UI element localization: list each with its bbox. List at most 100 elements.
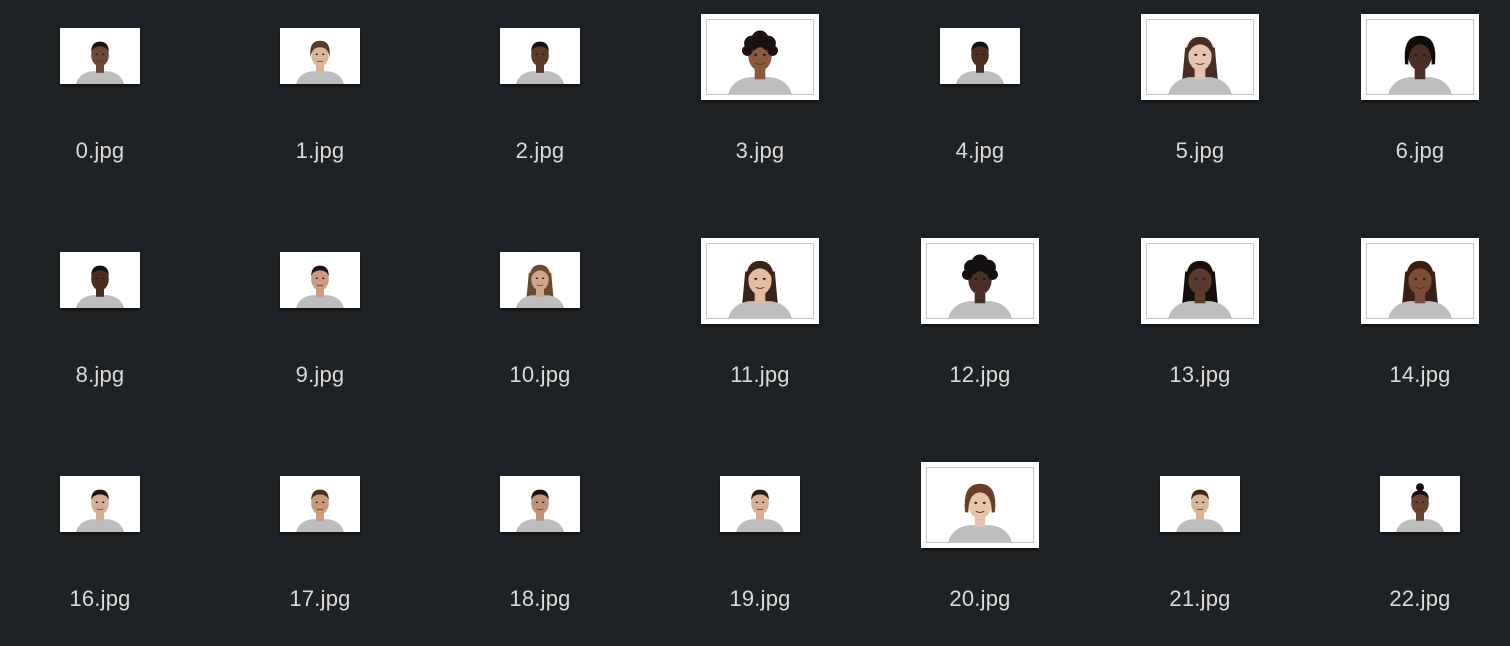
portrait-image xyxy=(707,20,813,94)
portrait-thumbnail-icon[interactable] xyxy=(60,28,140,84)
thumbnail-frame xyxy=(706,243,814,319)
file-item[interactable]: 16.jpg xyxy=(0,448,200,646)
file-name-label[interactable]: 1.jpg xyxy=(220,138,420,164)
file-name-label[interactable]: 8.jpg xyxy=(0,362,200,388)
thumbnail-area xyxy=(220,0,420,115)
thumbnail-area xyxy=(1320,224,1510,339)
file-name-label[interactable]: 4.jpg xyxy=(880,138,1080,164)
file-name-label[interactable]: 18.jpg xyxy=(440,586,640,612)
thumbnail-area xyxy=(0,0,200,115)
file-name-label[interactable]: 14.jpg xyxy=(1320,362,1510,388)
file-item[interactable]: 8.jpg xyxy=(0,224,200,424)
portrait-image xyxy=(280,476,360,532)
portrait-thumbnail-icon[interactable] xyxy=(940,28,1020,84)
portrait-image xyxy=(500,28,580,84)
portrait-thumbnail-icon[interactable] xyxy=(500,476,580,532)
portrait-thumbnail-icon[interactable] xyxy=(1160,476,1240,532)
portrait-thumbnail-icon[interactable] xyxy=(701,14,819,100)
thumbnail-frame xyxy=(280,28,360,84)
thumbnail-area xyxy=(220,448,420,563)
portrait-thumbnail-icon[interactable] xyxy=(60,252,140,308)
thumbnail-area xyxy=(440,448,640,563)
file-name-label[interactable]: 22.jpg xyxy=(1320,586,1510,612)
file-item[interactable]: 0.jpg xyxy=(0,0,200,200)
portrait-thumbnail-icon[interactable] xyxy=(921,462,1039,548)
thumbnail-frame xyxy=(1366,19,1474,95)
file-name-label[interactable]: 5.jpg xyxy=(1100,138,1300,164)
file-item[interactable]: 1.jpg xyxy=(220,0,420,200)
file-name-label[interactable]: 17.jpg xyxy=(220,586,420,612)
file-name-label[interactable]: 9.jpg xyxy=(220,362,420,388)
thumbnail-frame xyxy=(280,252,360,308)
portrait-thumbnail-icon[interactable] xyxy=(60,476,140,532)
file-name-label[interactable]: 16.jpg xyxy=(0,586,200,612)
portrait-thumbnail-icon[interactable] xyxy=(1141,14,1259,100)
portrait-thumbnail-icon[interactable] xyxy=(1361,238,1479,324)
thumbnail-frame xyxy=(60,476,140,532)
file-name-label[interactable]: 10.jpg xyxy=(440,362,640,388)
thumbnail-frame xyxy=(500,476,580,532)
file-name-label[interactable]: 11.jpg xyxy=(660,362,860,388)
file-item[interactable]: 20.jpg xyxy=(880,448,1080,646)
portrait-image xyxy=(1147,20,1253,94)
portrait-thumbnail-icon[interactable] xyxy=(1361,14,1479,100)
file-item[interactable]: 5.jpg xyxy=(1100,0,1300,200)
file-item[interactable]: 3.jpg xyxy=(660,0,860,200)
portrait-thumbnail-icon[interactable] xyxy=(1141,238,1259,324)
file-item[interactable]: 2.jpg xyxy=(440,0,640,200)
portrait-thumbnail-icon[interactable] xyxy=(701,238,819,324)
portrait-image xyxy=(927,468,1033,542)
file-item[interactable]: 17.jpg xyxy=(220,448,420,646)
thumbnail-frame xyxy=(706,19,814,95)
file-item[interactable]: 4.jpg xyxy=(880,0,1080,200)
file-item[interactable]: 10.jpg xyxy=(440,224,640,424)
file-item[interactable]: 18.jpg xyxy=(440,448,640,646)
file-name-label[interactable]: 21.jpg xyxy=(1100,586,1300,612)
file-item[interactable]: 9.jpg xyxy=(220,224,420,424)
portrait-image xyxy=(280,28,360,84)
portrait-image xyxy=(720,476,800,532)
portrait-thumbnail-icon[interactable] xyxy=(921,238,1039,324)
thumbnail-area xyxy=(1100,224,1300,339)
thumbnail-frame xyxy=(1160,476,1240,532)
portrait-image xyxy=(280,252,360,308)
thumbnail-area xyxy=(1320,448,1510,563)
thumbnail-area xyxy=(660,0,860,115)
file-name-label[interactable]: 19.jpg xyxy=(660,586,860,612)
portrait-thumbnail-icon[interactable] xyxy=(500,28,580,84)
thumbnail-area xyxy=(440,0,640,115)
file-item[interactable]: 22.jpg xyxy=(1320,448,1510,646)
portrait-image xyxy=(60,28,140,84)
file-name-label[interactable]: 3.jpg xyxy=(660,138,860,164)
file-name-label[interactable]: 2.jpg xyxy=(440,138,640,164)
thumbnail-area xyxy=(1320,0,1510,115)
portrait-thumbnail-icon[interactable] xyxy=(1380,476,1460,532)
file-item[interactable]: 11.jpg xyxy=(660,224,860,424)
thumbnail-frame xyxy=(280,476,360,532)
portrait-image xyxy=(500,476,580,532)
file-item[interactable]: 14.jpg xyxy=(1320,224,1510,424)
portrait-thumbnail-icon[interactable] xyxy=(280,252,360,308)
file-item[interactable]: 12.jpg xyxy=(880,224,1080,424)
file-item[interactable]: 13.jpg xyxy=(1100,224,1300,424)
portrait-thumbnail-icon[interactable] xyxy=(720,476,800,532)
thumbnail-frame xyxy=(1146,19,1254,95)
file-name-label[interactable]: 13.jpg xyxy=(1100,362,1300,388)
portrait-image xyxy=(60,476,140,532)
portrait-thumbnail-icon[interactable] xyxy=(280,28,360,84)
portrait-thumbnail-icon[interactable] xyxy=(500,252,580,308)
thumbnail-frame xyxy=(940,28,1020,84)
portrait-thumbnail-icon[interactable] xyxy=(280,476,360,532)
file-name-label[interactable]: 6.jpg xyxy=(1320,138,1510,164)
file-icon-grid: 0.jpg 1.jpg 2.jpg 3.jpg 4.jpg 5.jpg 6.jpg 8.jpg… xyxy=(0,0,1510,646)
portrait-image xyxy=(1160,476,1240,532)
portrait-image xyxy=(927,244,1033,318)
portrait-image xyxy=(1367,244,1473,318)
file-name-label[interactable]: 0.jpg xyxy=(0,138,200,164)
file-item[interactable]: 19.jpg xyxy=(660,448,860,646)
file-item[interactable]: 21.jpg xyxy=(1100,448,1300,646)
file-item[interactable]: 6.jpg xyxy=(1320,0,1510,200)
file-name-label[interactable]: 12.jpg xyxy=(880,362,1080,388)
file-name-label[interactable]: 20.jpg xyxy=(880,586,1080,612)
portrait-image xyxy=(60,252,140,308)
